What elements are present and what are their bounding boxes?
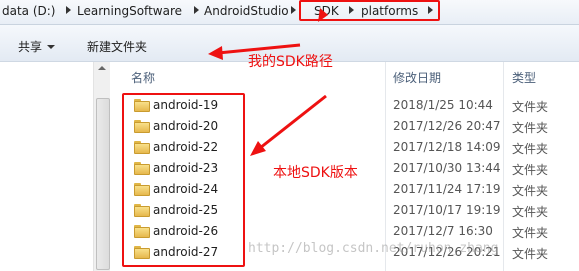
arrow-head-sdk-up	[318, 8, 328, 22]
arrow-head-sdk	[208, 46, 223, 60]
arrow-head-versions	[250, 141, 266, 156]
sdk-version-annotation: 本地SDK版本	[273, 165, 358, 181]
watermark: http://blog.csdn.net/ruhon_zhang	[248, 241, 499, 256]
arrow-line-versions	[259, 94, 327, 150]
annotation-arrows	[208, 8, 328, 156]
sdk-path-annotation: 我的SDK路径	[248, 54, 333, 70]
